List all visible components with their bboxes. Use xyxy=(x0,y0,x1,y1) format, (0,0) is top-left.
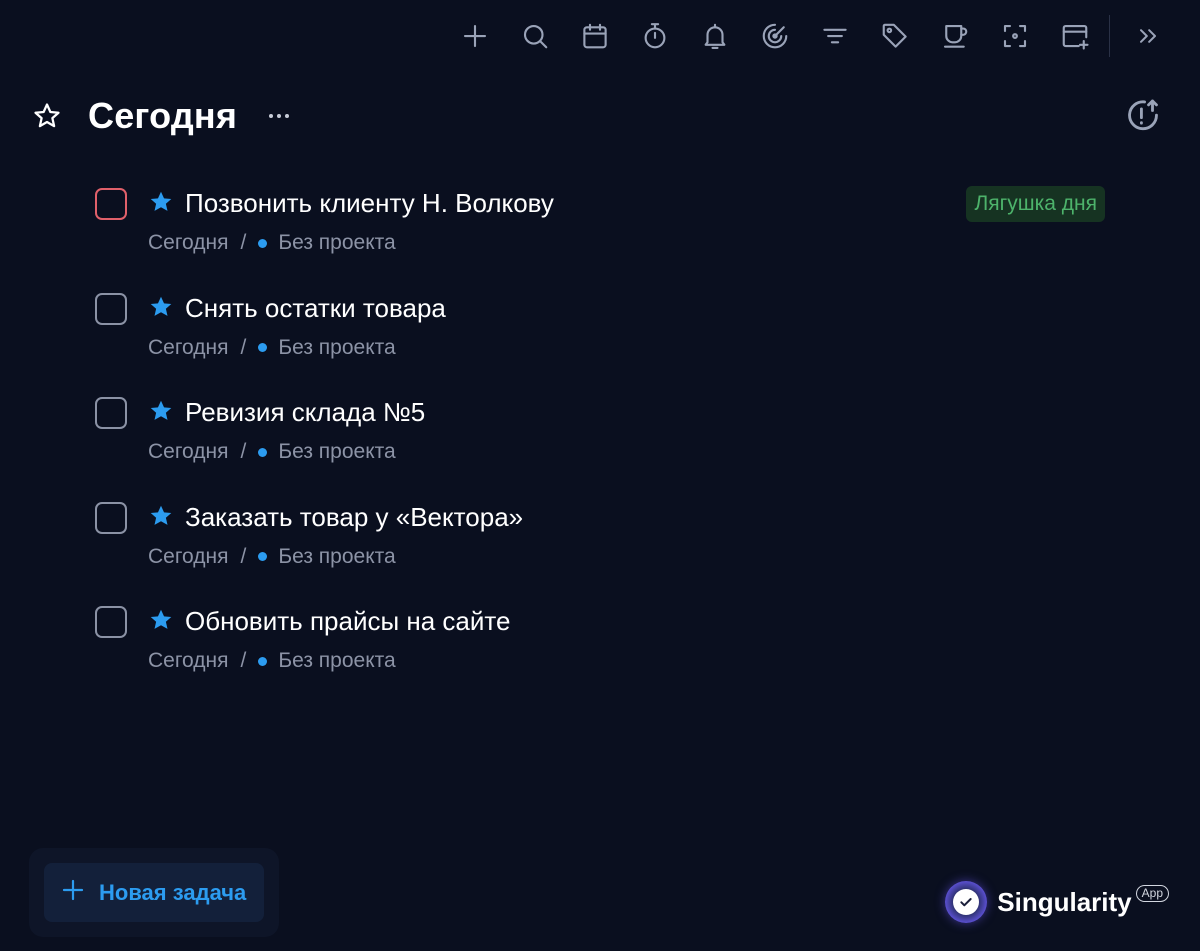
tags-button[interactable] xyxy=(873,14,917,58)
task-project[interactable]: Без проекта xyxy=(278,649,395,673)
project-dot-icon xyxy=(258,656,268,666)
logo-inner xyxy=(953,889,980,915)
new-task-panel: Новая задача xyxy=(29,848,279,937)
calendar-icon xyxy=(583,23,607,49)
task-project[interactable]: Без проекта xyxy=(278,231,395,255)
task-title[interactable]: Позвонить клиенту Н. Волкову xyxy=(185,188,554,219)
task-checkbox[interactable] xyxy=(95,188,127,220)
page-header: Сегодня xyxy=(30,90,1164,142)
focus-frame-icon xyxy=(1003,24,1027,48)
star-icon xyxy=(148,294,174,320)
task-date[interactable]: Сегодня xyxy=(148,545,228,569)
task-checkbox[interactable] xyxy=(95,397,127,429)
add-button[interactable] xyxy=(453,14,497,58)
star-icon xyxy=(148,607,174,633)
task-title[interactable]: Заказать товар у «Вектора» xyxy=(185,502,523,533)
frog-badge[interactable]: Лягушка дня xyxy=(966,186,1105,222)
timer-button[interactable] xyxy=(633,14,677,58)
project-dot-icon xyxy=(258,447,268,457)
task-checkbox[interactable] xyxy=(95,606,127,638)
new-task-button[interactable]: Новая задача xyxy=(44,863,264,922)
brand-name: Singularity xyxy=(997,886,1132,917)
search-button[interactable] xyxy=(513,14,557,58)
meta-separator: / xyxy=(240,335,247,359)
more-dot xyxy=(285,114,290,118)
task-list: Позвонить клиенту Н. Волкову Сегодня / Б… xyxy=(94,180,1105,703)
brand-logo: Singularity App xyxy=(945,880,1169,924)
calendar-button[interactable] xyxy=(573,14,617,58)
task-checkbox[interactable] xyxy=(95,292,127,325)
more-menu-button[interactable] xyxy=(263,108,295,124)
task-title[interactable]: Обновить прайсы на сайте xyxy=(185,606,510,637)
task-meta: Сегодня / Без проекта xyxy=(148,336,396,360)
plus-icon xyxy=(463,24,487,48)
coffee-cup-icon xyxy=(943,24,968,48)
task-item[interactable]: Заказать товар у «Вектора» Сегодня / Без… xyxy=(94,494,1105,599)
star-icon xyxy=(148,398,174,424)
task-title[interactable]: Снять остатки товара xyxy=(185,293,446,324)
new-task-label: Новая задача xyxy=(99,879,247,905)
search-icon xyxy=(523,24,548,49)
bell-icon xyxy=(704,23,726,49)
plus-icon xyxy=(61,878,85,907)
toolbar-divider xyxy=(1109,15,1110,57)
task-checkbox[interactable] xyxy=(95,501,127,534)
task-meta: Сегодня / Без проекта xyxy=(148,440,396,464)
task-meta: Сегодня / Без проекта xyxy=(148,649,396,673)
break-button[interactable] xyxy=(933,14,977,58)
task-date[interactable]: Сегодня xyxy=(148,649,228,673)
task-project[interactable]: Без проекта xyxy=(278,336,395,360)
reminders-button[interactable] xyxy=(693,14,737,58)
meta-separator: / xyxy=(240,544,247,568)
filter-icon xyxy=(823,28,847,44)
chevrons-right-icon xyxy=(1140,29,1156,43)
toolbar xyxy=(437,14,1170,58)
task-date[interactable]: Сегодня xyxy=(148,231,228,255)
star-icon xyxy=(148,503,174,529)
tag-icon xyxy=(882,23,907,48)
focus-button[interactable] xyxy=(753,14,797,58)
task-meta: Сегодня / Без проекта xyxy=(148,545,396,569)
task-project[interactable]: Без проекта xyxy=(278,440,395,464)
check-circle-icon xyxy=(945,881,988,923)
task-meta: Сегодня / Без проекта xyxy=(148,231,396,255)
page-title: Сегодня xyxy=(88,95,238,136)
more-dot xyxy=(277,114,282,118)
task-project[interactable]: Без проекта xyxy=(278,545,395,569)
priority-sort-icon xyxy=(1128,99,1158,131)
task-item[interactable]: Ревизия склада №5 Сегодня / Без проекта xyxy=(94,389,1105,494)
task-title[interactable]: Ревизия склада №5 xyxy=(185,397,425,428)
meta-separator: / xyxy=(240,649,247,672)
focus-mode-button[interactable] xyxy=(993,14,1037,58)
task-item[interactable]: Снять остатки товара Сегодня / Без проек… xyxy=(94,285,1105,390)
folder-plus-icon xyxy=(1062,24,1089,50)
more-dots-icon xyxy=(269,114,274,118)
task-date[interactable]: Сегодня xyxy=(148,336,228,360)
project-dot-icon xyxy=(258,552,268,561)
add-project-button[interactable] xyxy=(1053,14,1097,58)
filter-button[interactable] xyxy=(813,14,857,58)
task-date[interactable]: Сегодня xyxy=(148,440,228,464)
app-window: Сегодня Позвонить клиенту Н. Волкову Сег… xyxy=(0,0,1200,951)
stopwatch-icon xyxy=(644,23,666,49)
project-dot-icon xyxy=(258,343,268,352)
priority-sort-button[interactable] xyxy=(1122,95,1164,137)
favorite-button[interactable] xyxy=(30,99,64,133)
meta-separator: / xyxy=(240,440,247,463)
collapse-button[interactable] xyxy=(1126,14,1170,58)
brand-tag: App xyxy=(1135,884,1169,902)
star-outline-icon xyxy=(34,103,60,128)
project-dot-icon xyxy=(258,238,268,248)
star-icon xyxy=(148,189,174,215)
task-item[interactable]: Позвонить клиенту Н. Волкову Сегодня / Б… xyxy=(94,180,1105,285)
target-icon xyxy=(762,23,788,49)
task-item[interactable]: Обновить прайсы на сайте Сегодня / Без п… xyxy=(94,598,1105,703)
meta-separator: / xyxy=(240,231,247,254)
